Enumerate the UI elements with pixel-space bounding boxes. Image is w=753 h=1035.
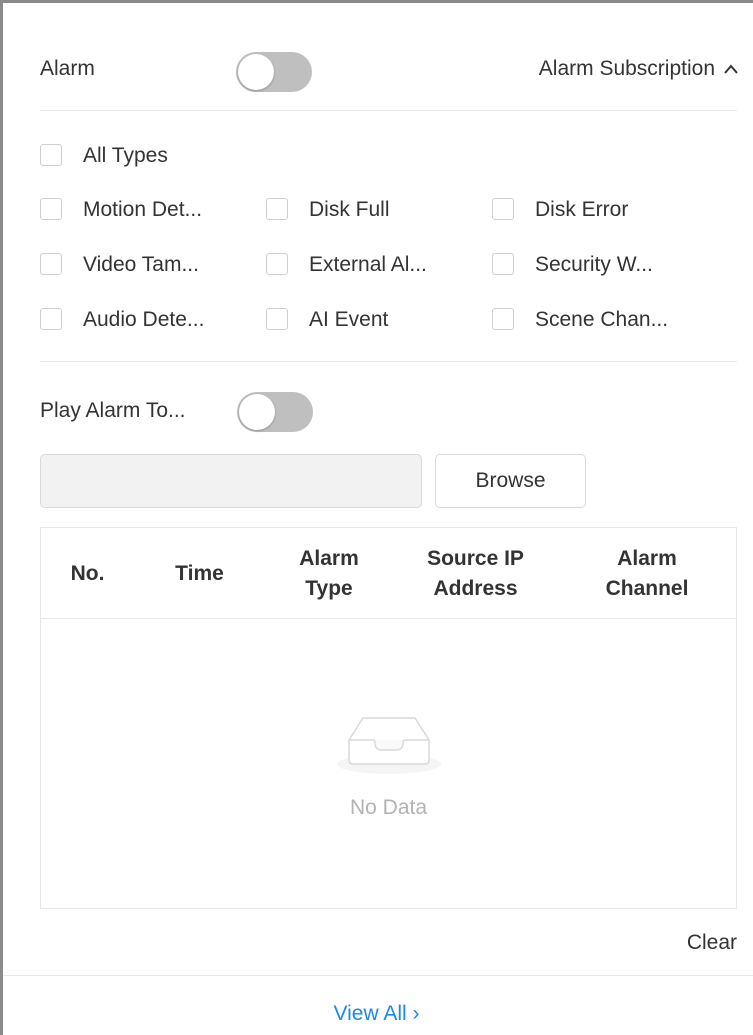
alarm-label: Alarm — [40, 57, 95, 80]
checkbox-scene-change[interactable]: Scene Chan... — [492, 308, 668, 330]
alarm-subscription-collapse[interactable]: Alarm Subscription — [538, 57, 738, 80]
column-header-no: No. — [41, 528, 134, 619]
checkbox-box[interactable] — [266, 308, 288, 330]
alarm-subscription-label: Alarm Subscription — [538, 57, 715, 80]
column-header-label: No. — [70, 561, 105, 585]
column-header-label-line1: Alarm — [617, 546, 677, 570]
alarm-panel: Alarm Alarm Subscription All Types Motio… — [0, 0, 753, 1035]
checkbox-security-warning[interactable]: Security W... — [492, 253, 653, 275]
checkbox-box[interactable] — [492, 253, 514, 275]
table-header: No. Time Alarm Type Source IP Address Al… — [41, 528, 736, 619]
play-alarm-tone-toggle[interactable] — [237, 392, 313, 432]
checkbox-video-tampering[interactable]: Video Tam... — [40, 253, 199, 275]
play-alarm-tone-toggle-knob — [239, 394, 275, 430]
checkbox-box[interactable] — [40, 198, 62, 220]
checkbox-disk-full[interactable]: Disk Full — [266, 198, 390, 220]
panel-top-border — [0, 0, 753, 3]
divider — [40, 361, 737, 362]
checkbox-label: Disk Full — [309, 197, 390, 221]
clear-button[interactable]: Clear — [687, 932, 737, 953]
checkbox-box[interactable] — [492, 308, 514, 330]
column-header-label-line1: Alarm — [299, 546, 359, 570]
footer-divider — [3, 975, 753, 976]
chevron-up-icon — [723, 62, 738, 76]
checkbox-label: AI Event — [309, 307, 389, 331]
column-header-label-line2: Type — [305, 576, 353, 600]
checkbox-box[interactable] — [40, 253, 62, 275]
empty-inbox-icon — [333, 696, 445, 778]
divider — [40, 110, 737, 111]
alarm-table: No. Time Alarm Type Source IP Address Al… — [40, 527, 737, 909]
alarm-toggle[interactable] — [236, 52, 312, 92]
checkbox-label: Motion Det... — [83, 197, 203, 221]
checkbox-audio-detection[interactable]: Audio Dete... — [40, 308, 204, 330]
checkbox-disk-error[interactable]: Disk Error — [492, 198, 628, 220]
alarm-toggle-knob — [238, 54, 274, 90]
view-all-link[interactable]: View All › — [0, 1002, 753, 1026]
column-header-alarm-type: Alarm Type — [265, 528, 393, 619]
checkbox-box[interactable] — [266, 198, 288, 220]
play-alarm-tone-label: Play Alarm To... — [40, 399, 186, 422]
checkbox-label: Video Tam... — [83, 252, 199, 276]
checkbox-box[interactable] — [492, 198, 514, 220]
column-header-label-line2: Channel — [605, 576, 689, 600]
checkbox-box[interactable] — [266, 253, 288, 275]
browse-button[interactable]: Browse — [435, 454, 586, 508]
checkbox-label: Scene Chan... — [535, 307, 669, 331]
column-header-alarm-channel: Alarm Channel — [558, 528, 736, 619]
checkbox-label: External Al... — [309, 252, 427, 276]
column-header-time: Time — [134, 528, 265, 619]
checkbox-label: Audio Dete... — [83, 307, 205, 331]
panel-left-border — [0, 0, 3, 1035]
checkbox-box[interactable] — [40, 144, 62, 166]
column-header-label-line2: Address — [433, 576, 518, 600]
column-header-source-ip: Source IP Address — [393, 528, 558, 619]
checkbox-motion-detection[interactable]: Motion Det... — [40, 198, 202, 220]
alarm-tone-file-input[interactable] — [40, 454, 422, 508]
checkbox-box[interactable] — [40, 308, 62, 330]
checkbox-ai-event[interactable]: AI Event — [266, 308, 388, 330]
checkbox-label: All Types — [83, 143, 168, 167]
checkbox-label: Disk Error — [535, 197, 629, 221]
empty-state-text: No Data — [349, 796, 428, 819]
checkbox-all-types[interactable]: All Types — [40, 144, 168, 166]
column-header-label: Time — [175, 561, 224, 585]
column-header-label-line1: Source IP — [427, 546, 524, 570]
checkbox-label: Security W... — [535, 252, 653, 276]
checkbox-external-alarm[interactable]: External Al... — [266, 253, 427, 275]
